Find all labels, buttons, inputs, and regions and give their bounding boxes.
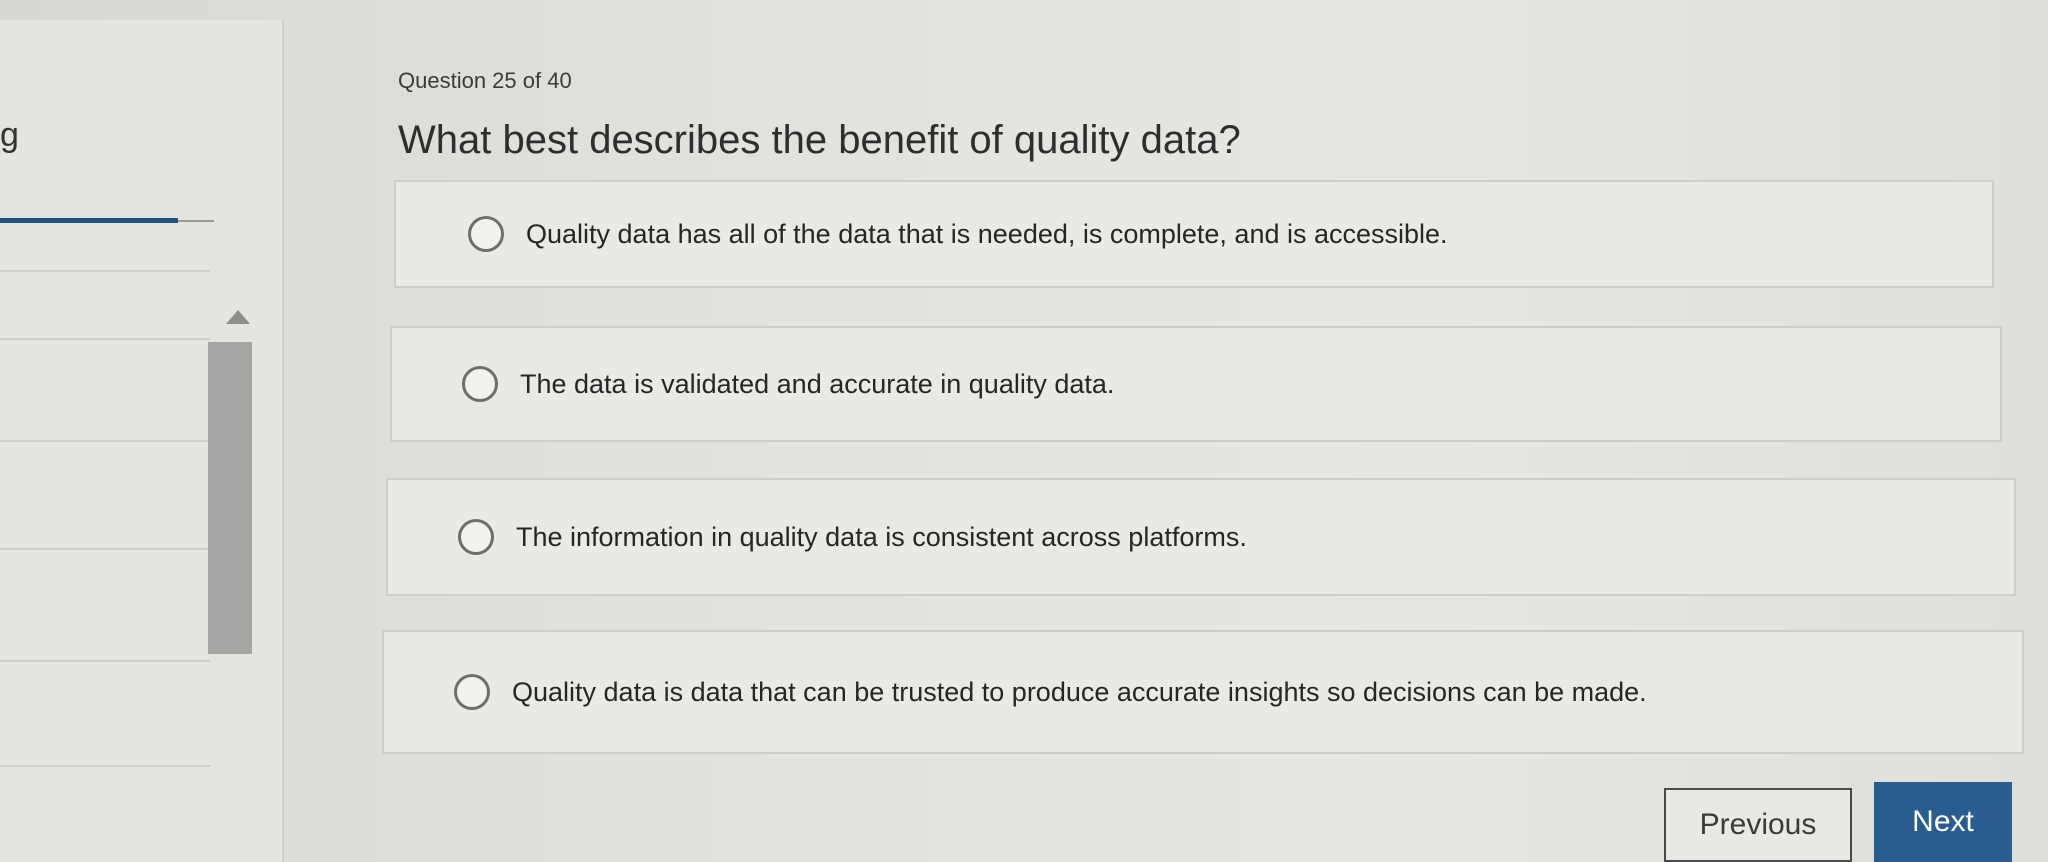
- previous-button[interactable]: Previous: [1664, 788, 1852, 862]
- question-sidebar: g: [0, 20, 284, 862]
- sidebar-progress-bar: [0, 218, 178, 223]
- answer-option-label: The information in quality data is consi…: [516, 521, 1247, 552]
- question-counter: Question 25 of 40: [398, 68, 572, 93]
- question-panel: Question 25 of 40 What best describes th…: [360, 0, 2048, 862]
- answer-option-label: Quality data is data that can be trusted…: [512, 676, 1647, 707]
- answer-option-4[interactable]: Quality data is data that can be trusted…: [382, 630, 2024, 754]
- sidebar-divider: [0, 440, 210, 442]
- question-text: What best describes the benefit of quali…: [398, 118, 1241, 162]
- sidebar-divider: [0, 548, 210, 550]
- next-button[interactable]: Next: [1874, 782, 2012, 862]
- sidebar-divider: [0, 765, 210, 767]
- answer-option-3[interactable]: The information in quality data is consi…: [386, 478, 2016, 596]
- sidebar-progress-track: [178, 220, 214, 222]
- answer-option-label: The data is validated and accurate in qu…: [520, 368, 1115, 399]
- sidebar-divider: [0, 270, 210, 272]
- radio-button[interactable]: [462, 366, 498, 402]
- answer-option-label: Quality data has all of the data that is…: [526, 218, 1448, 249]
- sidebar-edge-glyph: g: [0, 116, 19, 154]
- sidebar-divider: [0, 338, 210, 340]
- radio-button[interactable]: [454, 674, 490, 710]
- answer-option-2[interactable]: The data is validated and accurate in qu…: [390, 326, 2002, 442]
- radio-button[interactable]: [468, 216, 504, 252]
- quiz-page: g Question 25 of 40 What best describes …: [0, 0, 2048, 862]
- scroll-up-arrow-icon[interactable]: [226, 310, 250, 324]
- sidebar-divider: [0, 660, 210, 662]
- answer-option-1[interactable]: Quality data has all of the data that is…: [394, 180, 1994, 288]
- radio-button[interactable]: [458, 519, 494, 555]
- sidebar-scrollbar-thumb[interactable]: [208, 342, 252, 654]
